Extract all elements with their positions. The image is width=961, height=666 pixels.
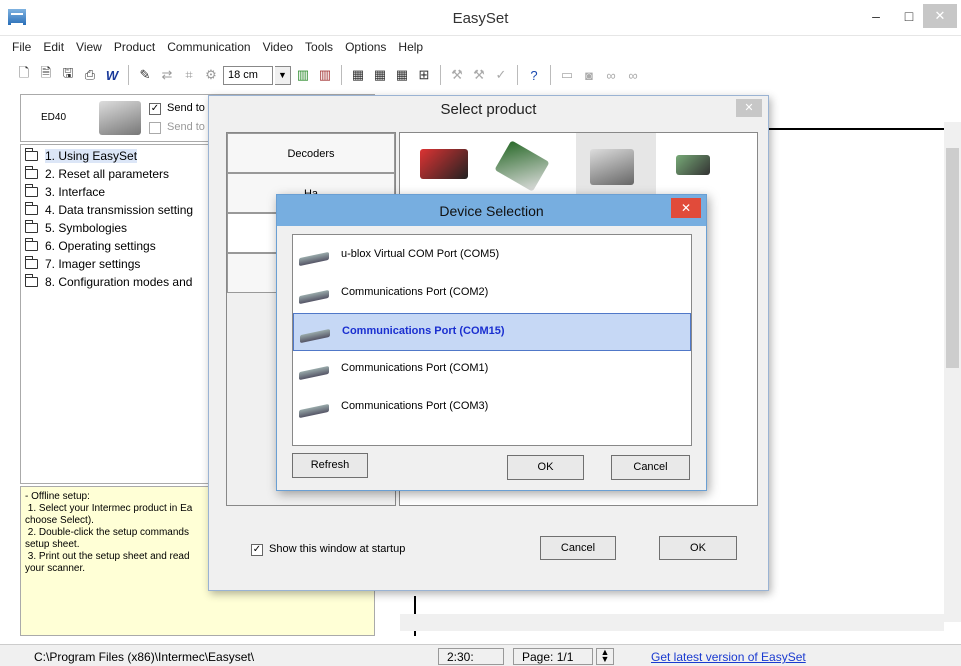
menu-options[interactable]: Options xyxy=(340,38,391,58)
binoculars-icon[interactable]: ∞ xyxy=(623,65,643,85)
toolbar-separator xyxy=(550,65,551,85)
transfer-icon[interactable]: ⇄ xyxy=(157,65,177,85)
barcode-red-icon[interactable]: ▥ xyxy=(315,65,335,85)
folder-icon xyxy=(25,238,38,251)
barcode-3-icon[interactable]: ▦ xyxy=(392,65,412,85)
device-selection-dialog: Device Selection ✕ u-blox Virtual COM Po… xyxy=(276,194,707,491)
menu-help[interactable]: Help xyxy=(393,38,428,58)
camera-icon[interactable]: ◙ xyxy=(579,65,599,85)
horizontal-scrollbar[interactable] xyxy=(400,614,944,631)
device-selection-title-bar: Device Selection ✕ xyxy=(277,195,706,226)
folder-icon xyxy=(25,184,38,197)
menu-view[interactable]: View xyxy=(71,38,107,58)
new-file-icon[interactable]: 🗋 xyxy=(14,65,34,85)
status-page: Page: 1/1 xyxy=(513,648,593,665)
barcode-2-icon[interactable]: ▦ xyxy=(370,65,390,85)
port-list: u-blox Virtual COM Port (COM5) Communica… xyxy=(292,234,692,446)
menu-product[interactable]: Product xyxy=(109,38,160,58)
device-label: ED40 xyxy=(41,112,67,123)
folder-icon xyxy=(25,256,38,269)
grid-icon[interactable]: ⊞ xyxy=(414,65,434,85)
serial-cable-icon xyxy=(299,403,329,419)
word-icon[interactable]: W xyxy=(102,65,122,85)
tab-decoders[interactable]: Decoders xyxy=(227,133,395,173)
tool-b-icon[interactable]: ⚒ xyxy=(469,65,489,85)
minimize-button[interactable]: – xyxy=(860,4,892,28)
menu-file[interactable]: File xyxy=(7,38,36,58)
chevron-down-icon[interactable]: ▼ xyxy=(275,65,291,85)
scrollbar-thumb[interactable] xyxy=(946,148,959,368)
menu-video[interactable]: Video xyxy=(258,38,298,58)
port-list-item[interactable]: Communications Port (COM1) xyxy=(293,351,691,389)
distance-combo[interactable]: 18 cm xyxy=(223,65,273,85)
show-at-startup-checkbox[interactable]: ✓ xyxy=(251,544,263,556)
module-product-image[interactable] xyxy=(676,155,710,175)
status-path: C:\Program Files (x86)\Intermec\Easyset\ xyxy=(34,650,255,664)
monitor-icon[interactable]: ▭ xyxy=(557,65,577,85)
close-button[interactable]: ✕ xyxy=(923,4,957,28)
send-to-checkbox-2[interactable] xyxy=(149,122,161,134)
decoder-green-image[interactable] xyxy=(494,140,550,192)
device-cancel-button[interactable]: Cancel xyxy=(611,455,690,480)
decoder-red-image[interactable] xyxy=(420,149,468,179)
window-title: EasySet xyxy=(452,10,509,27)
barcode-green-icon[interactable]: ▥ xyxy=(293,65,313,85)
send-to-label-1: Send to xyxy=(167,102,205,114)
port-list-item-selected[interactable]: Communications Port (COM15) xyxy=(293,313,691,351)
folder-icon xyxy=(25,202,38,215)
scan-icon[interactable]: ⌗ xyxy=(179,65,199,85)
select-product-close-button[interactable]: ✕ xyxy=(736,99,762,117)
save-file-icon[interactable]: 🖫 xyxy=(58,65,78,85)
select-product-cancel-button[interactable]: Cancel xyxy=(540,536,616,560)
update-link[interactable]: Get latest version of EasySet xyxy=(651,650,806,664)
toolbar-separator xyxy=(128,65,129,85)
page-spinner[interactable]: ▲ ▼ xyxy=(596,648,614,665)
status-time: 2:30: xyxy=(438,648,504,665)
checkmark-icon[interactable]: ✓ xyxy=(491,65,511,85)
scanner-product-image[interactable] xyxy=(590,149,634,185)
menu-tools[interactable]: Tools xyxy=(300,38,338,58)
open-file-icon[interactable]: 🗎 xyxy=(36,65,56,85)
device-ok-button[interactable]: OK xyxy=(507,455,584,480)
tool-a-icon[interactable]: ⚒ xyxy=(447,65,467,85)
toolbar-separator xyxy=(341,65,342,85)
help-icon[interactable]: ? xyxy=(524,65,544,85)
device-selection-close-button[interactable]: ✕ xyxy=(671,198,701,218)
toolbar-separator xyxy=(517,65,518,85)
settings-icon[interactable]: ⚙ xyxy=(201,65,221,85)
print-icon[interactable]: ⎙ xyxy=(80,65,100,85)
maximize-button[interactable]: □ xyxy=(893,4,925,28)
select-product-ok-button[interactable]: OK xyxy=(659,536,737,560)
show-at-startup-label: Show this window at startup xyxy=(269,543,406,555)
serial-cable-icon xyxy=(299,289,329,305)
refresh-button[interactable]: Refresh xyxy=(292,453,368,478)
serial-cable-icon xyxy=(299,251,329,267)
send-to-label-2: Send to xyxy=(167,121,205,133)
device-selection-title: Device Selection xyxy=(439,203,544,219)
barcode-icon[interactable]: ▦ xyxy=(348,65,368,85)
status-bar: C:\Program Files (x86)\Intermec\Easyset\… xyxy=(0,644,961,666)
folder-icon xyxy=(25,220,38,233)
toolbar-separator xyxy=(440,65,441,85)
port-list-item[interactable]: u-blox Virtual COM Port (COM5) xyxy=(293,237,691,275)
select-product-title: Select product xyxy=(209,96,768,124)
scanner-image xyxy=(99,101,141,135)
serial-cable-icon xyxy=(300,328,330,344)
menu-edit[interactable]: Edit xyxy=(38,38,69,58)
send-to-checkbox-1[interactable]: ✓ xyxy=(149,103,161,115)
folder-icon xyxy=(25,166,38,179)
folder-icon xyxy=(25,148,38,161)
menu-bar: File Edit View Product Communication Vid… xyxy=(0,38,961,58)
serial-cable-icon xyxy=(299,365,329,381)
port-list-item[interactable]: Communications Port (COM2) xyxy=(293,275,691,313)
wand-icon[interactable]: ✎ xyxy=(135,65,155,85)
main-title-bar: EasySet – □ ✕ xyxy=(0,0,961,36)
menu-communication[interactable]: Communication xyxy=(162,38,255,58)
glasses-icon[interactable]: ∞ xyxy=(601,65,621,85)
toolbar: 🗋 🗎 🖫 ⎙ W ✎ ⇄ ⌗ ⚙ 18 cm ▼ ▥ ▥ ▦ ▦ ▦ ⊞ ⚒ … xyxy=(14,63,754,87)
folder-icon xyxy=(25,274,38,287)
port-list-item[interactable]: Communications Port (COM3) xyxy=(293,389,691,427)
